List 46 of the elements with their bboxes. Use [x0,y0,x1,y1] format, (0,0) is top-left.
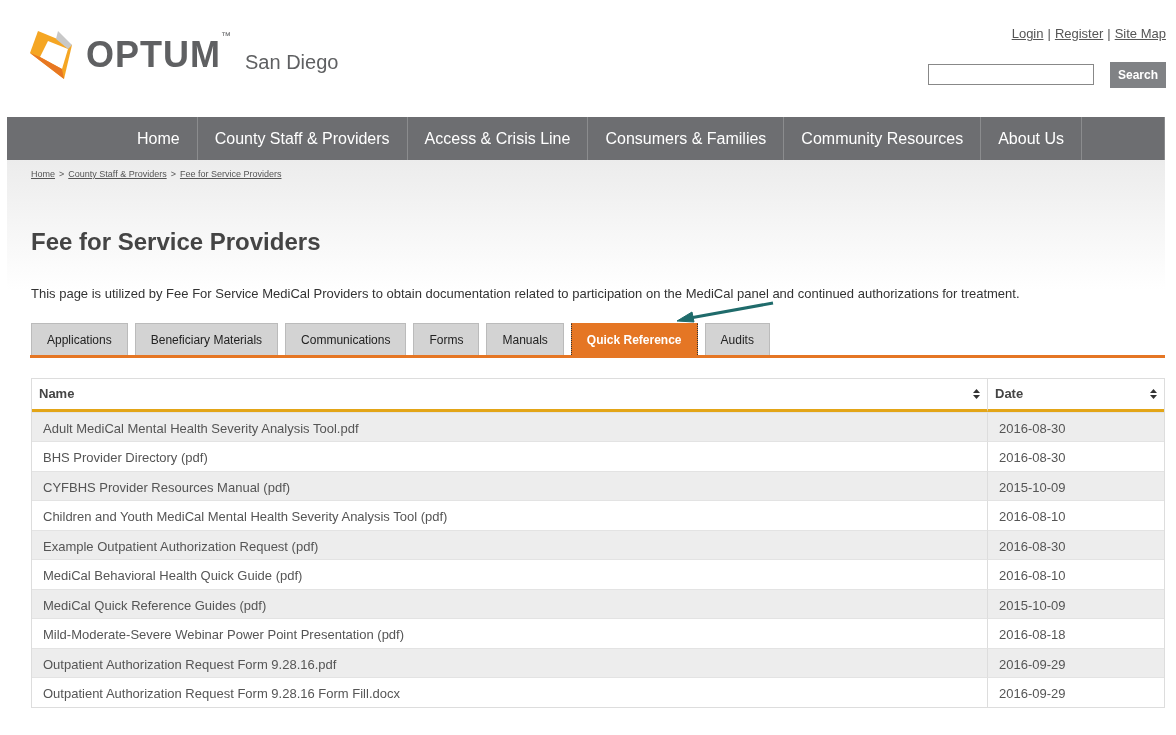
header-link[interactable]: Login [1011,24,1044,44]
tab[interactable]: Communications [285,323,407,355]
table-cell: 2016-08-18 [988,618,1164,648]
tab[interactable]: Beneficiary Materials [134,323,279,355]
table-cell: 2016-08-30 [988,529,1164,559]
table-cell: 2015-10-09 [988,470,1164,500]
header-link[interactable]: Site Map [1114,24,1166,44]
table-cell: Outpatient Authorization Request Form 9.28.16 Form Fill.docx [32,677,988,707]
link-separator: | [1047,25,1051,43]
table-cell: BHS Provider Directory (pdf) [32,441,988,471]
table-cell: 2016-09-29 [988,677,1164,707]
sort-icon[interactable] [1150,388,1157,399]
table-cell: 2016-08-10 [988,559,1164,589]
search-field[interactable] [927,64,1094,85]
logo-text: OPTUM [86,37,221,73]
site-name: San Diego [245,50,339,75]
breadcrumb-separator: > [59,168,65,181]
table-cell: Mild-Moderate-Severe Webinar Power Point Presentation (pdf) [32,618,988,648]
tab[interactable]: Audits [704,323,770,355]
tab[interactable]: Applications [31,323,128,355]
table-cell: MediCal Quick Reference Guides (pdf) [32,588,988,618]
sort-icon[interactable] [973,388,980,399]
table-cell: Adult MediCal Mental Health Severity Analysis Tool.pdf [32,411,988,441]
table-cell: Outpatient Authorization Request Form 9.28.16.pdf [32,647,988,677]
search-button[interactable]: Search [1109,61,1166,88]
column-header[interactable]: Name [32,379,988,412]
breadcrumb-link[interactable]: Home [31,168,55,182]
breadcrumb-link[interactable]: County Staff & Providers [68,168,167,182]
table-cell: 2016-08-30 [988,441,1164,471]
table-cell: 2016-09-29 [988,647,1164,677]
table-cell: CYFBHS Provider Resources Manual (pdf) [32,470,988,500]
header-link[interactable]: Register [1054,24,1104,44]
link-separator: | [1107,25,1111,43]
tab[interactable]: Forms [413,323,480,355]
table-cell: 2015-10-09 [988,588,1164,618]
table-cell: Children and Youth MediCal Mental Health Severity Analysis Tool (pdf) [32,500,988,530]
table-cell: Example Outpatient Authorization Request (pdf) [32,529,988,559]
breadcrumb-link[interactable]: Fee for Service Providers [179,168,282,182]
breadcrumb-separator: > [170,168,176,181]
table-cell: 2016-08-30 [988,411,1164,441]
page-title: Fee for Service Providers [31,226,322,257]
table-cell: MediCal Behavioral Health Quick Guide (pdf) [32,559,988,589]
tab[interactable]: Manuals [486,323,564,355]
trademark-symbol: ™ [221,29,231,43]
table-cell: 2016-08-10 [988,500,1164,530]
intro-paragraph: This page is utilized by Fee For Service MediCal Providers to obtain documentation related to participation on the MediCal panel and continued authorizations for treatment. [31,284,1021,303]
